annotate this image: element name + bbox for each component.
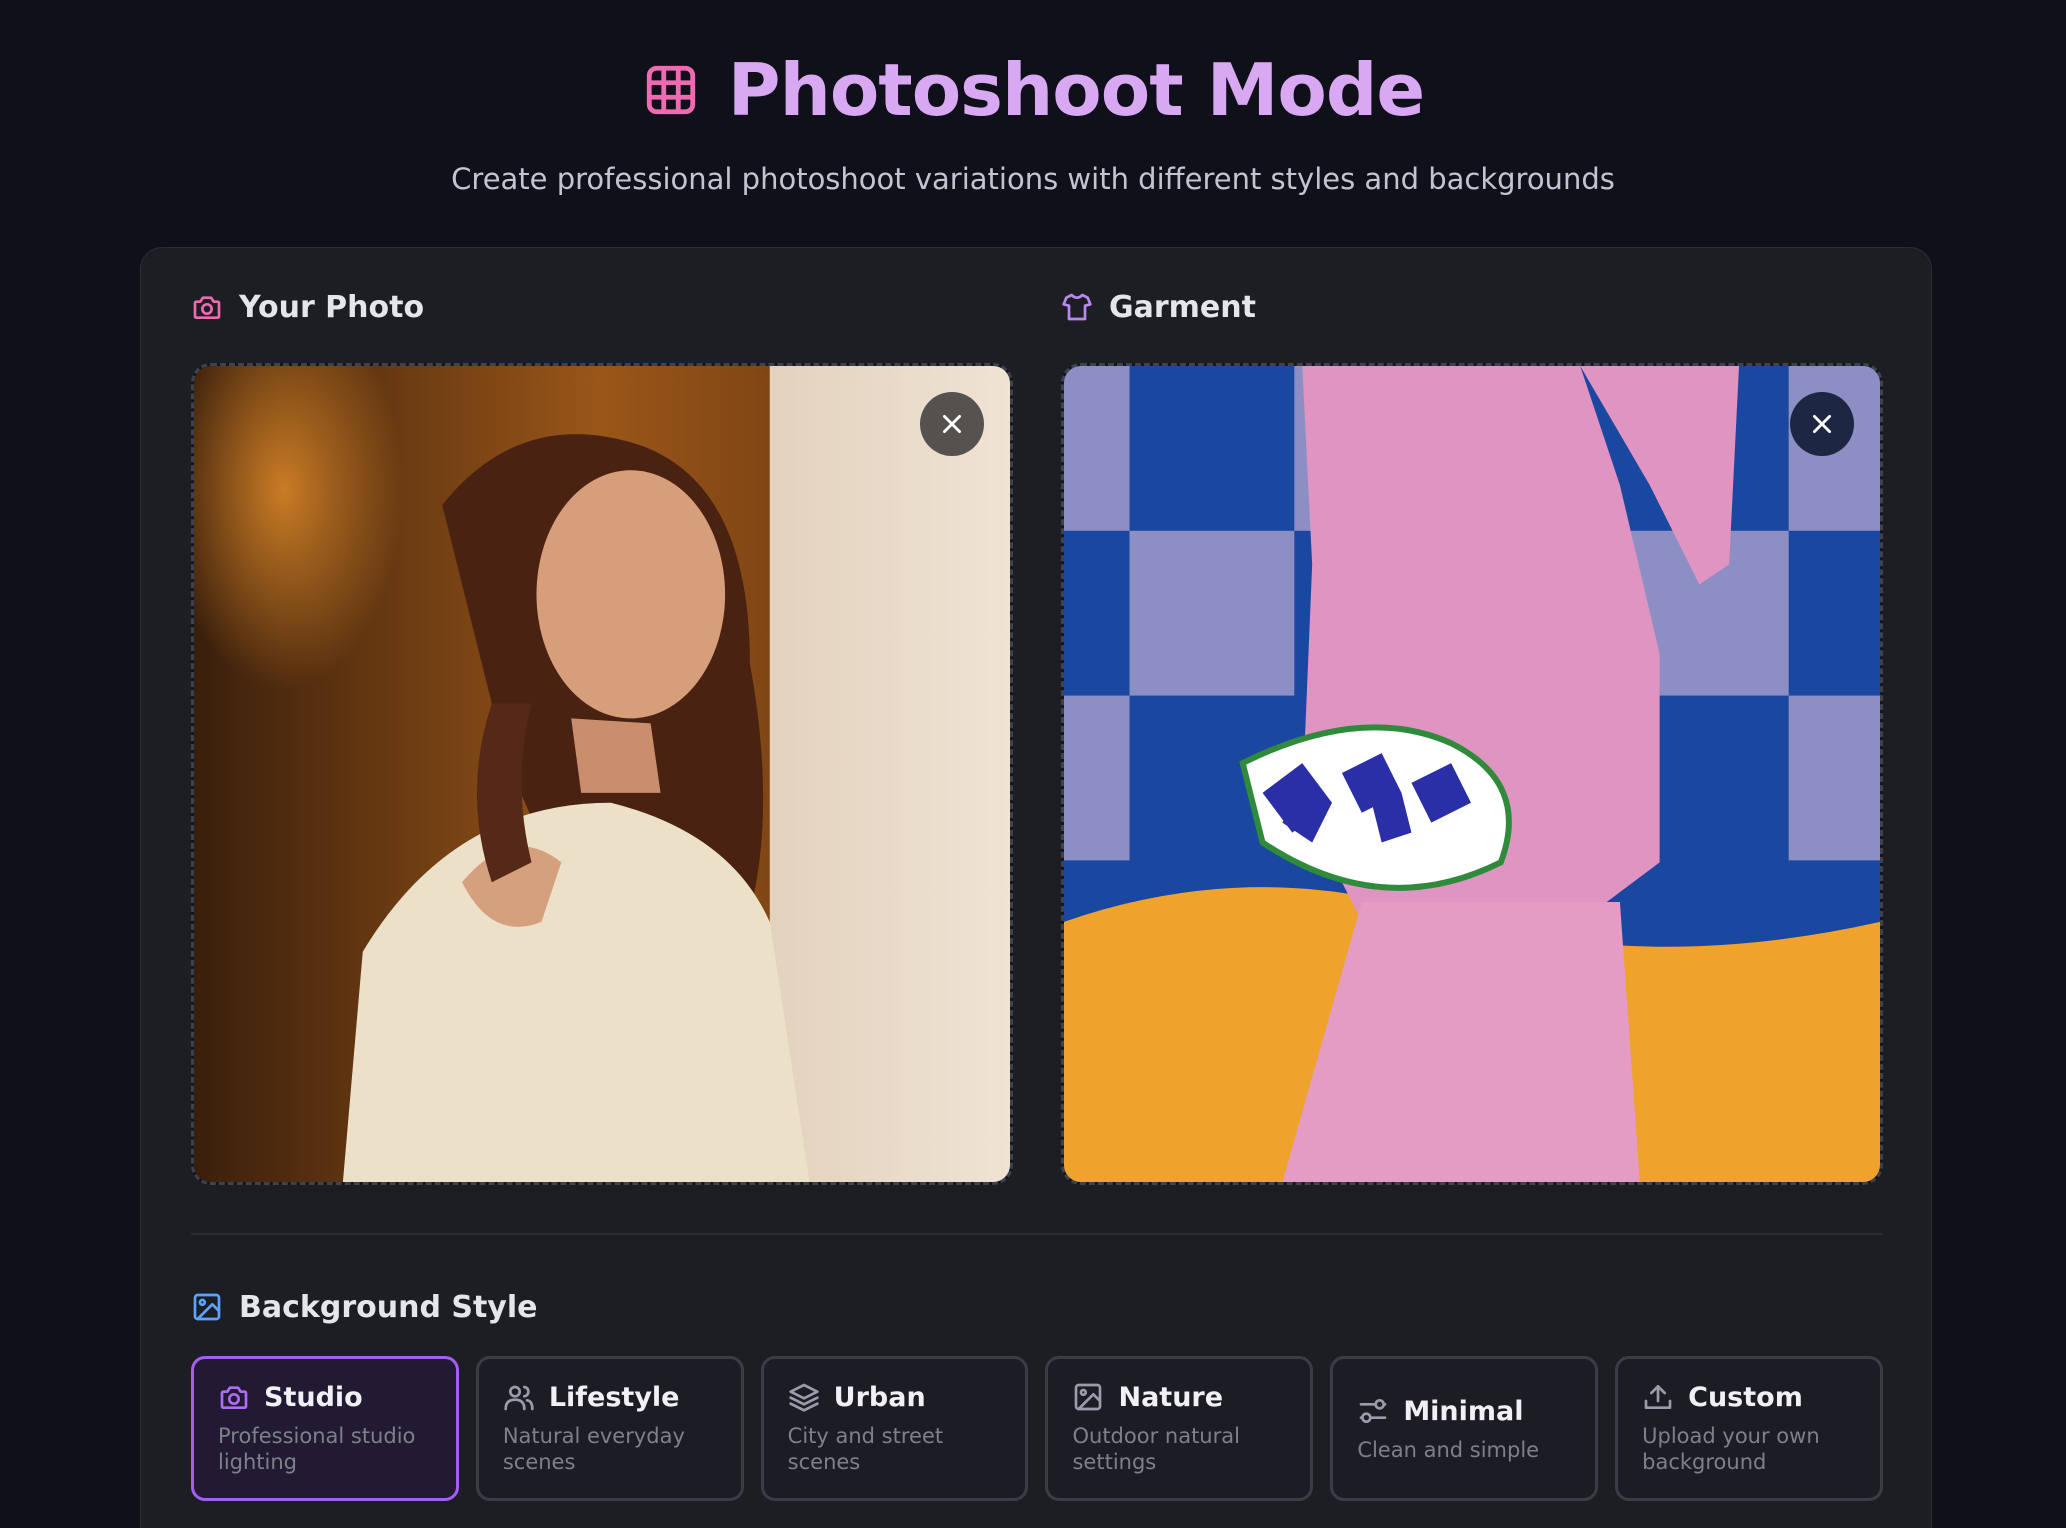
users-icon [504,1385,534,1411]
option-minimal[interactable]: Minimal Clean and simple [1330,1356,1599,1501]
page-subtitle: Create professional photoshoot variation… [451,162,1615,196]
upload-icon [1644,1385,1672,1409]
garment-photo [1064,366,1880,1182]
remove-photo-button[interactable] [920,392,984,456]
page-header: Photoshoot Mode Create professional phot… [0,40,2066,196]
photo-upload-section: Your Photo [191,248,1013,1185]
option-urban[interactable]: Urban City and street scenes [760,1356,1029,1501]
option-title: Studio [264,1381,363,1413]
portrait-photo [194,366,1010,1182]
camera-icon [220,1386,248,1409]
option-lifestyle[interactable]: Lifestyle Natural everyday scenes [475,1356,744,1501]
section-divider [191,1233,1883,1235]
option-studio[interactable]: Studio Professional studio lighting [191,1356,459,1501]
background-options: Studio Professional studio lighting Life… [191,1356,1883,1501]
option-description: Outdoor natural settings [1072,1424,1240,1474]
photoshoot-panel: Your Photo Garment Background Style Stud… [140,247,1932,1528]
option-description: Natural everyday scenes [502,1424,685,1474]
image-icon [1075,1383,1102,1411]
background-style-label: Background Style [239,1289,538,1325]
image-icon [193,1293,221,1321]
option-description: Clean and simple [1357,1438,1540,1462]
option-title: Urban [833,1381,926,1413]
layers-icon [788,1383,819,1412]
photo-section-label: Your Photo [239,289,425,325]
option-title: Minimal [1403,1395,1524,1427]
page-title: Photoshoot Mode [727,48,1425,132]
remove-garment-button[interactable] [1790,392,1854,456]
option-custom[interactable]: Custom Upload your own background [1615,1356,1883,1501]
garment-section-label: Garment [1109,289,1256,325]
option-title: Custom [1688,1381,1803,1413]
garment-upload-section: Garment [1061,248,1883,1185]
grid-icon [646,65,695,115]
photo-dropzone[interactable] [191,363,1013,1185]
option-description: City and street scenes [787,1424,944,1474]
option-description: Professional studio lighting [218,1424,416,1474]
option-title: Lifestyle [548,1381,680,1413]
background-style-heading: Background Style [191,1248,538,1325]
shirt-icon [1062,293,1092,321]
option-nature[interactable]: Nature Outdoor natural settings [1045,1356,1314,1501]
camera-icon [193,296,221,319]
sliders-icon [1359,1399,1387,1423]
close-icon [943,415,961,433]
option-description: Upload your own background [1642,1424,1820,1474]
garment-dropzone[interactable] [1061,363,1883,1185]
close-icon [1813,415,1831,433]
option-title: Nature [1118,1381,1224,1413]
